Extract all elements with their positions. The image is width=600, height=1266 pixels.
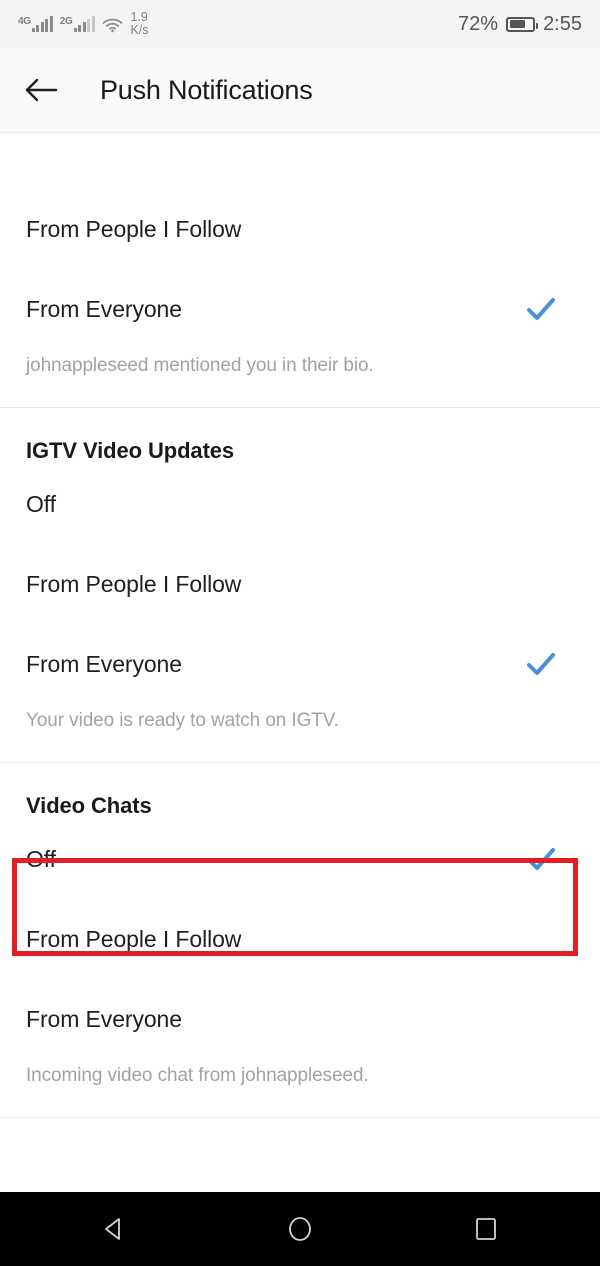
option-label: From People I Follow [26,215,242,242]
status-bar: 4G 2G 1.9 K/s 72% 2:55 [0,0,600,48]
option-label: From People I Follow [26,570,242,597]
back-button[interactable] [10,48,72,133]
section-helper-text: Your video is ready to watch on IGTV. [26,710,339,731]
wifi-icon [102,16,123,33]
section-helper-text: Incoming video chat from johnappleseed. [26,1065,369,1086]
signal-bars-icon-primary [31,16,53,32]
nav-recents-square-icon [471,1214,501,1244]
nav-back-button[interactable] [85,1200,143,1258]
network-type-primary-label: 4G [18,16,31,27]
check-icon [524,292,558,326]
option-label: From Everyone [26,1005,182,1032]
option-row-off[interactable]: Off [0,819,600,899]
option-row-from-people-i-follow[interactable]: From People I Follow [0,544,600,624]
signal-icon-primary: 4G [18,16,53,32]
signal-icon-secondary: 2G [60,16,95,32]
network-type-secondary-label: 2G [59,16,73,27]
arrow-left-icon [24,77,58,103]
nav-back-triangle-icon [99,1214,129,1244]
option-label: From Everyone [26,295,182,322]
option-row-from-everyone[interactable]: From Everyone [0,269,600,349]
clock-label: 2:55 [543,12,582,35]
section-video-chats: Video Chats Off From People I Follow Fro… [0,762,600,1118]
option-row-from-everyone[interactable]: From Everyone [0,979,600,1059]
option-row-off[interactable]: Off [0,464,600,544]
section-helper-text: johnappleseed mentioned you in their bio… [26,355,374,376]
page-title: Push Notifications [100,74,313,105]
data-rate-indicator: 1.9 K/s [130,10,149,37]
check-icon [524,842,558,876]
phone-screen: 4G 2G 1.9 K/s 72% 2:55 Push Notification… [0,0,600,1266]
app-bar: Push Notifications [0,48,600,133]
battery-icon [506,16,539,32]
battery-percent-label: 72% [458,12,499,35]
nav-recents-button[interactable] [457,1200,515,1258]
option-label: Off [26,490,56,517]
option-label: From Everyone [26,650,182,677]
check-icon [524,647,558,681]
nav-home-circle-icon [285,1214,315,1244]
android-navigation-bar [0,1192,600,1266]
section-title: IGTV Video Updates [26,438,235,463]
option-label: Off [26,845,56,872]
nav-home-button[interactable] [271,1200,329,1258]
status-bar-right: 72% 2:55 [458,13,582,36]
data-rate-unit: K/s [130,23,149,37]
option-label: From People I Follow [26,925,242,952]
option-row-from-people-i-follow[interactable]: From People I Follow [0,189,600,269]
section-mentions: From People I Follow From Everyone johna… [0,133,600,407]
option-row-from-people-i-follow[interactable]: From People I Follow [0,899,600,979]
section-top-spacer [0,133,600,189]
section-title: Video Chats [26,793,152,818]
signal-bars-icon-secondary [73,16,95,32]
section-igtv-video-updates: IGTV Video Updates Off From People I Fol… [0,407,600,762]
status-bar-left: 4G 2G 1.9 K/s [18,10,149,37]
settings-list: From People I Follow From Everyone johna… [0,133,600,1118]
option-row-from-everyone[interactable]: From Everyone [0,624,600,704]
